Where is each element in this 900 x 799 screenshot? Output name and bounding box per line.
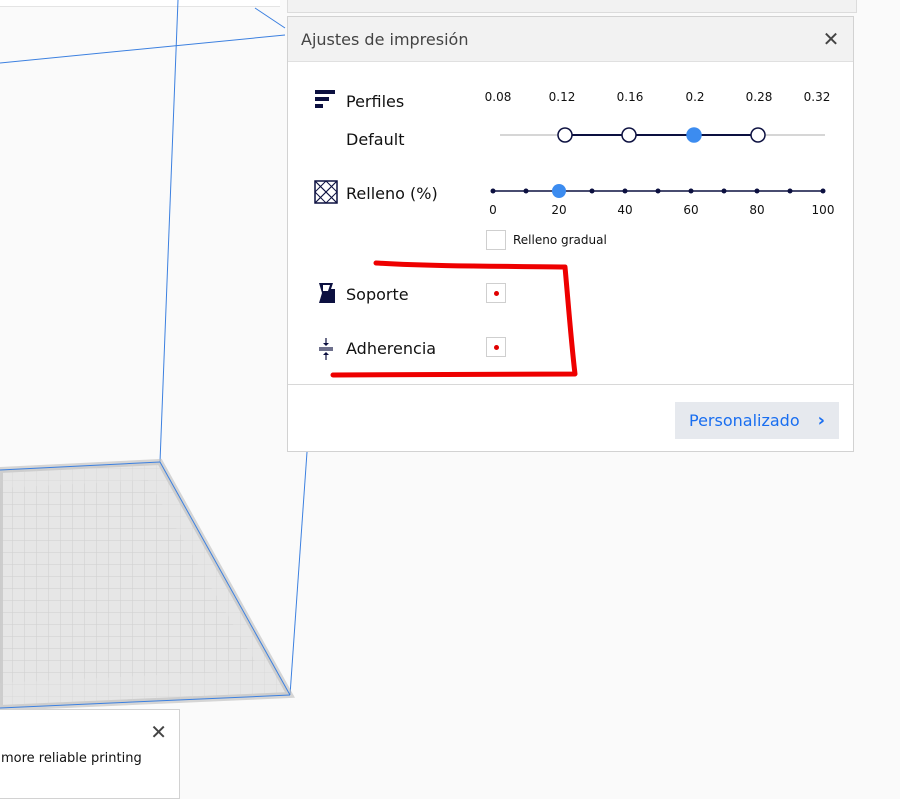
custom-button-label: Personalizado (689, 411, 800, 430)
infill-tick-label: 100 (811, 203, 835, 217)
panel-header: Ajustes de impresión ✕ (288, 17, 853, 62)
custom-settings-button[interactable]: Personalizado › (675, 402, 839, 439)
infill-tick-label: 40 (617, 203, 633, 217)
checked-indicator (494, 345, 499, 350)
adhesion-icon (317, 338, 337, 364)
infill-tick-label: 20 (551, 203, 567, 217)
support-label: Soporte (346, 285, 409, 304)
adhesion-checkbox[interactable] (486, 337, 506, 357)
profiles-label: Perfiles (346, 92, 405, 111)
print-settings-panel: Ajustes de impresión ✕ Perfiles Default … (287, 16, 854, 452)
chevron-right-icon: › (817, 410, 825, 431)
layer-height-label: 0.32 (803, 90, 831, 104)
gradual-infill-checkbox[interactable] (486, 230, 506, 250)
adhesion-label: Adherencia (346, 339, 437, 358)
checked-indicator (494, 291, 499, 296)
close-icon[interactable]: ✕ (150, 720, 167, 744)
panel-title: Ajustes de impresión (301, 30, 469, 49)
layer-height-label: 0.2 (685, 90, 705, 104)
infill-slider[interactable] (288, 181, 855, 201)
layer-height-label: 0.08 (484, 90, 512, 104)
support-icon (317, 283, 337, 309)
layer-height-label: 0.28 (745, 90, 773, 104)
toast-message: more reliable printing (1, 751, 142, 766)
layer-height-label: 0.12 (548, 90, 576, 104)
infill-tick-label: 60 (683, 203, 699, 217)
profiles-icon (315, 90, 337, 114)
support-checkbox[interactable] (486, 283, 506, 303)
notification-toast: ✕ more reliable printing (0, 709, 180, 799)
infill-tick-label: 0 (489, 203, 497, 217)
close-icon[interactable]: ✕ (821, 29, 841, 49)
layer-height-slider[interactable] (288, 121, 855, 151)
gradual-infill-label: Relleno gradual (513, 233, 607, 247)
panel-divider (288, 384, 853, 385)
infill-tick-label: 80 (749, 203, 765, 217)
top-panel-edge (287, 0, 857, 13)
layer-height-label: 0.16 (616, 90, 644, 104)
